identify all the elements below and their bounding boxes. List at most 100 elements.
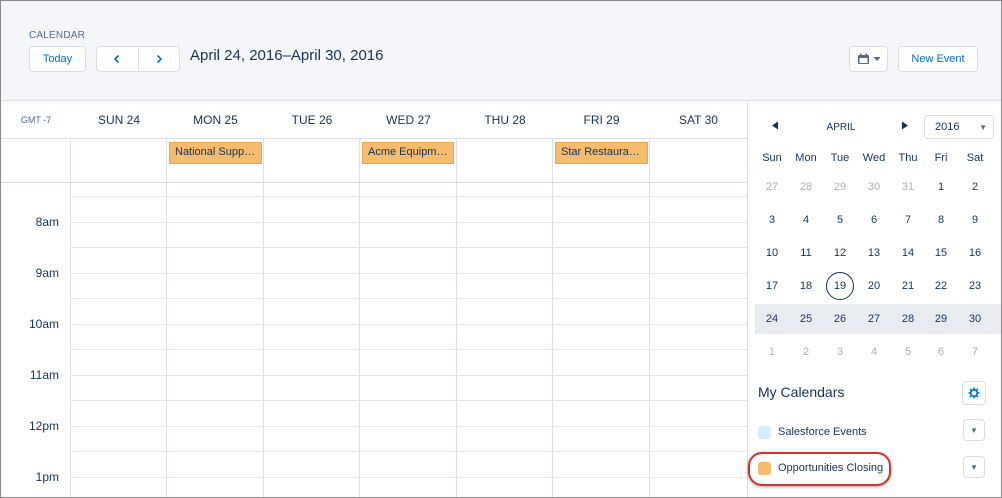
chevron-right-icon — [156, 54, 162, 64]
weekday-label: Thu — [898, 152, 918, 164]
slot-line — [71, 196, 747, 197]
time-label: 8am — [35, 215, 59, 229]
time-label: 1pm — [35, 470, 59, 484]
next-week-button[interactable] — [137, 47, 180, 71]
calendar-icon — [857, 53, 869, 64]
mini-calendar-day[interactable]: 3 — [755, 205, 789, 235]
mini-calendar-day[interactable]: 19 — [823, 271, 857, 301]
mini-calendar-day[interactable]: 4 — [857, 337, 891, 367]
mini-calendar-day[interactable]: 13 — [857, 238, 891, 268]
hour-line — [71, 477, 747, 478]
mini-calendar-day[interactable]: 27 — [857, 304, 891, 334]
chevron-left-icon — [114, 54, 120, 64]
mini-calendar-day[interactable]: 7 — [958, 337, 992, 367]
mini-calendar-day[interactable]: 28 — [789, 172, 823, 202]
calendar-item-salesforce-events[interactable]: Salesforce Events — [758, 422, 867, 442]
calendar-color-swatch — [758, 461, 771, 475]
mini-calendar-day[interactable]: 30 — [857, 172, 891, 202]
calendar-options-button[interactable]: ▼ — [963, 456, 985, 478]
triangle-left-icon — [772, 121, 778, 130]
hour-line — [71, 273, 747, 274]
mini-calendar-day[interactable]: 25 — [789, 304, 823, 334]
mini-calendar-day[interactable]: 10 — [755, 238, 789, 268]
slot-line — [71, 247, 747, 248]
prev-month-button[interactable] — [771, 121, 779, 133]
mini-calendar-day[interactable]: 4 — [789, 205, 823, 235]
mini-calendar-day[interactable]: 17 — [755, 271, 789, 301]
mini-calendar-day[interactable]: 29 — [924, 304, 958, 334]
column-divider — [166, 138, 167, 497]
calendar-item-opportunities-closing[interactable]: Opportunities Closing — [758, 458, 883, 478]
mini-calendar-day[interactable]: 28 — [891, 304, 925, 334]
header-divider — [1, 138, 747, 139]
week-grid: GMT -7 SUN 24 MON 25 TUE 26 WED 27 THU 2… — [1, 102, 747, 497]
calendar-item-label: Opportunities Closing — [778, 462, 884, 474]
mini-calendar-day[interactable]: 23 — [958, 271, 992, 301]
mini-calendar-day[interactable]: 9 — [958, 205, 992, 235]
right-panel: APRIL 2016 ▼ Sun Mon Tue Wed Thu Fri Sat… — [747, 102, 1001, 497]
calendar-options-button[interactable]: ▼ — [963, 419, 985, 441]
mini-calendar-day[interactable]: 7 — [891, 205, 925, 235]
hour-line — [71, 324, 747, 325]
event-star-restaurant[interactable]: Star Restaurant ... — [555, 142, 648, 164]
chevron-down-icon: ▼ — [970, 425, 978, 435]
mini-calendar-day[interactable]: 2 — [958, 172, 992, 202]
event-national-supply[interactable]: National Supply ... — [169, 142, 262, 164]
year-value: 2016 — [935, 121, 960, 133]
mini-calendar-day[interactable]: 11 — [789, 238, 823, 268]
weekday-label: Tue — [830, 152, 850, 164]
next-month-button[interactable] — [901, 121, 909, 133]
mini-calendar-day[interactable]: 26 — [823, 304, 857, 334]
today-button[interactable]: Today — [29, 46, 86, 72]
mini-calendar-day[interactable]: 31 — [891, 172, 925, 202]
day-header[interactable]: SAT 30 — [650, 102, 747, 138]
mini-calendar-day[interactable]: 29 — [823, 172, 857, 202]
mini-calendar-day[interactable]: 15 — [924, 238, 958, 268]
calendar-settings-button[interactable] — [962, 381, 986, 405]
day-header[interactable]: WED 27 — [360, 102, 457, 138]
calendar-app: CALENDAR Today April 24, 2016–April 30, … — [0, 0, 1002, 498]
day-header[interactable]: FRI 29 — [553, 102, 650, 138]
column-divider — [359, 138, 360, 497]
time-label: 11am — [29, 368, 59, 382]
slot-line — [71, 451, 747, 452]
column-divider — [552, 138, 553, 497]
all-day-divider — [1, 182, 747, 183]
calendar-view-button[interactable] — [849, 46, 888, 72]
gear-icon — [968, 387, 980, 399]
mini-calendar-day[interactable]: 16 — [958, 238, 992, 268]
mini-calendar-day[interactable]: 27 — [755, 172, 789, 202]
weekday-label: Sat — [966, 152, 984, 164]
mini-calendar-day[interactable]: 20 — [857, 271, 891, 301]
mini-calendar-day[interactable]: 5 — [823, 205, 857, 235]
event-acme-equipment[interactable]: Acme Equipment — [362, 142, 454, 164]
mini-calendar-day[interactable]: 5 — [891, 337, 925, 367]
mini-calendar-day[interactable]: 1 — [924, 172, 958, 202]
mini-calendar-day[interactable]: 24 — [755, 304, 789, 334]
my-calendars-title: My Calendars — [758, 384, 845, 400]
day-header[interactable]: THU 28 — [457, 102, 553, 138]
page-eyebrow: CALENDAR — [29, 30, 86, 41]
new-event-button[interactable]: New Event — [898, 46, 978, 72]
previous-week-button[interactable] — [97, 47, 138, 71]
mini-calendar-day[interactable]: 1 — [755, 337, 789, 367]
mini-calendar-day[interactable]: 21 — [891, 271, 925, 301]
day-header[interactable]: TUE 26 — [264, 102, 360, 138]
mini-calendar-day[interactable]: 12 — [823, 238, 857, 268]
column-divider — [649, 138, 650, 497]
mini-calendar-day[interactable]: 2 — [789, 337, 823, 367]
mini-calendar-day[interactable]: 6 — [857, 205, 891, 235]
time-label: 12pm — [28, 419, 59, 433]
mini-calendar-day[interactable]: 22 — [924, 271, 958, 301]
mini-calendar-day[interactable]: 3 — [823, 337, 857, 367]
day-header[interactable]: SUN 24 — [71, 102, 167, 138]
mini-calendar-day[interactable]: 6 — [924, 337, 958, 367]
chevron-down-icon: ▼ — [970, 462, 978, 472]
year-select[interactable]: 2016 ▼ — [924, 115, 994, 139]
mini-calendar-day[interactable]: 8 — [924, 205, 958, 235]
mini-calendar-day[interactable]: 18 — [789, 271, 823, 301]
day-header[interactable]: MON 25 — [167, 102, 264, 138]
mini-calendar-day[interactable]: 14 — [891, 238, 925, 268]
mini-calendar-day[interactable]: 30 — [958, 304, 992, 334]
calendar-header: CALENDAR Today April 24, 2016–April 30, … — [1, 1, 1001, 101]
